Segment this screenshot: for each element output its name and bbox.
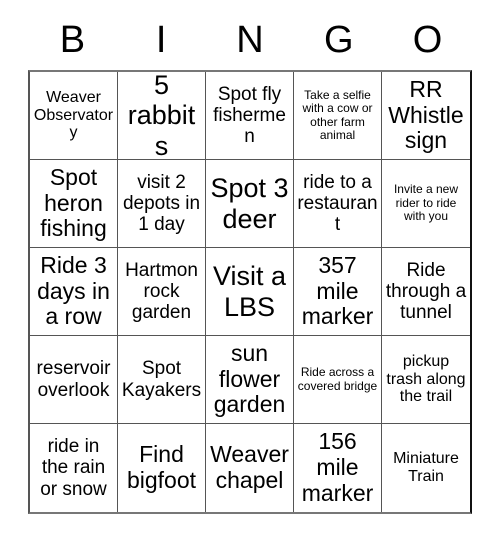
bingo-header-letter-n: N [236, 19, 264, 61]
bingo-cell[interactable]: Ride 3 days in a row [30, 248, 118, 336]
bingo-cell-text: Miniature Train [393, 450, 459, 485]
bingo-cell[interactable]: ride to a restaurant [294, 160, 382, 248]
bingo-cell[interactable]: 357 mile marker [294, 248, 382, 336]
bingo-cell[interactable]: sun flower garden [206, 336, 294, 424]
bingo-header-letter-o: O [412, 19, 443, 61]
bingo-cell[interactable]: Spot fly fishermen [206, 72, 294, 160]
bingo-header-letter-g: G [324, 19, 354, 61]
bingo-cell-text: Spot heron fishing [40, 163, 107, 242]
bingo-cell[interactable]: ride in the rain or snow [30, 424, 118, 512]
bingo-cell-text: ride in the rain or snow [40, 436, 107, 500]
bingo-cell-text: reservoir overlook [36, 358, 111, 401]
bingo-cell[interactable]: 5 rabbits [118, 72, 206, 160]
bingo-cell[interactable]: Take a selfie with a cow or other farm a… [294, 72, 382, 160]
bingo-cell-text: Spot fly fishermen [213, 83, 286, 148]
bingo-cell[interactable]: Weaver chapel [206, 424, 294, 512]
bingo-cell-text: Ride through a tunnel [385, 259, 467, 324]
bingo-cell-text: 357 mile marker [301, 251, 374, 330]
bingo-header-letter-i: I [155, 19, 167, 61]
bingo-header: B I N G O [28, 14, 472, 66]
bingo-cell-text: Weaver Observatory [33, 88, 114, 142]
bingo-cell[interactable]: Spot 3 deer [206, 160, 294, 248]
bingo-cell[interactable]: Weaver Observatory [30, 72, 118, 160]
bingo-cell-text: visit 2 depots in 1 day [122, 171, 201, 236]
bingo-cell-text: pickup trash along the trail [386, 352, 466, 406]
bingo-cell-text: Ride 3 days in a row [37, 251, 110, 330]
bingo-cell[interactable]: Ride through a tunnel [382, 248, 470, 336]
bingo-cell-text: Take a selfie with a cow or other farm a… [302, 87, 373, 142]
bingo-cell[interactable]: reservoir overlook [30, 336, 118, 424]
bingo-cell[interactable]: Find bigfoot [118, 424, 206, 512]
bingo-cell-text: Visit a LBS [212, 261, 287, 322]
bingo-cell[interactable]: Spot heron fishing [30, 160, 118, 248]
bingo-cell-text: Spot 3 deer [210, 173, 289, 234]
bingo-cell[interactable]: RR Whistle sign [382, 72, 470, 160]
bingo-cell[interactable]: Invite a new rider to ride with you [382, 160, 470, 248]
bingo-cell[interactable]: Hartmon rock garden [118, 248, 206, 336]
bingo-cell-text: 5 rabbits [127, 72, 196, 160]
bingo-cell-text: Invite a new rider to ride with you [393, 182, 459, 224]
bingo-cell-text: 156 mile marker [301, 428, 374, 506]
bingo-cell-text: ride to a restaurant [297, 171, 378, 236]
bingo-header-letter-b: B [59, 19, 86, 61]
bingo-cell[interactable]: visit 2 depots in 1 day [118, 160, 206, 248]
bingo-cell-text: Hartmon rock garden [125, 259, 198, 324]
bingo-cell-text: sun flower garden [213, 339, 286, 418]
bingo-cell[interactable]: pickup trash along the trail [382, 336, 470, 424]
bingo-cell-text: Ride across a covered bridge [297, 365, 378, 393]
bingo-cell[interactable]: Spot Kayakers [118, 336, 206, 424]
bingo-cell-text: Spot Kayakers [121, 358, 202, 401]
bingo-cell[interactable]: Ride across a covered bridge [294, 336, 382, 424]
bingo-grid: Weaver Observatory 5 rabbits Spot fly fi… [28, 70, 472, 514]
bingo-cell[interactable]: Miniature Train [382, 424, 470, 512]
bingo-cell[interactable]: Visit a LBS [206, 248, 294, 336]
bingo-cell-text: RR Whistle sign [388, 75, 464, 154]
bingo-cell-text: Weaver chapel [210, 441, 289, 493]
bingo-card: B I N G O Weaver Observatory 5 rabbits S… [0, 0, 500, 544]
bingo-cell-text: Find bigfoot [126, 441, 197, 493]
bingo-cell[interactable]: 156 mile marker [294, 424, 382, 512]
